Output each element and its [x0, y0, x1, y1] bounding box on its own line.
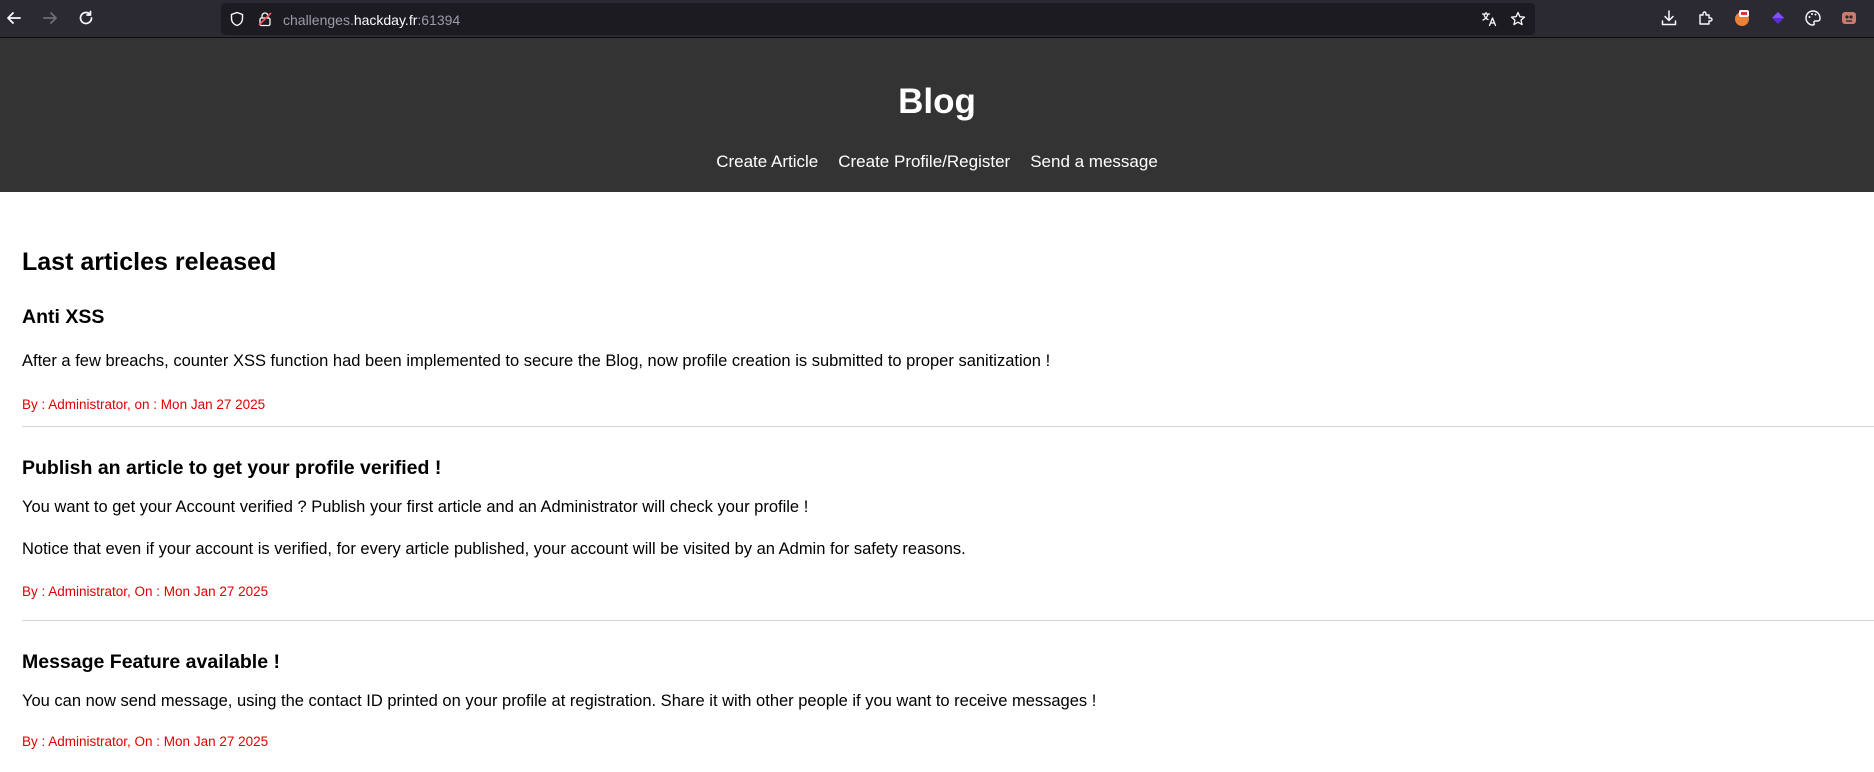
address-bar[interactable]: challenges.hackday.fr:61394: [221, 3, 1535, 35]
url-text[interactable]: challenges.hackday.fr:61394: [283, 12, 460, 28]
extensions-button[interactable]: [1694, 6, 1718, 30]
section-title: Last articles released: [22, 248, 277, 276]
url-host: hackday.fr: [353, 12, 418, 28]
article-body: You want to get your Account verified ? …: [22, 498, 809, 516]
back-arrow-icon: [7, 12, 21, 24]
forward-button[interactable]: [36, 4, 64, 32]
nav-create-article[interactable]: Create Article: [716, 152, 818, 172]
url-port: :61394: [417, 12, 461, 28]
extension-wallet-button[interactable]: [1766, 6, 1790, 30]
article-meta: By : Administrator, On : Mon Jan 27 2025: [22, 734, 269, 749]
browser-toolbar: challenges.hackday.fr:61394: [0, 0, 1874, 38]
site-header: Blog Create Article Create Profile/Regis…: [0, 38, 1874, 192]
nav-send-message[interactable]: Send a message: [1030, 152, 1158, 172]
downloads-button[interactable]: [1657, 6, 1681, 30]
extension-profile-button[interactable]: [1837, 6, 1861, 30]
puzzle-icon: [1699, 11, 1713, 25]
shield-icon[interactable]: [229, 11, 245, 27]
extension-palette-button[interactable]: [1801, 6, 1825, 30]
profile-extension-icon: [1842, 12, 1856, 24]
article-divider: [22, 620, 1874, 621]
insecure-lock-icon[interactable]: [257, 11, 273, 27]
article-body: Notice that even if your account is veri…: [22, 540, 966, 558]
url-prefix: challenges.: [283, 12, 354, 28]
forward-arrow-icon: [43, 12, 57, 24]
site-title: Blog: [898, 82, 976, 121]
back-button[interactable]: [0, 4, 28, 32]
bookmark-star-icon[interactable]: [1510, 11, 1526, 27]
site-nav: Create Article Create Profile/Register S…: [0, 152, 1874, 172]
article-body: After a few breachs, counter XSS functio…: [22, 352, 1051, 370]
article-body: You can now send message, using the cont…: [22, 692, 1097, 710]
nav-create-profile-register[interactable]: Create Profile/Register: [838, 152, 1010, 172]
purple-diamond-icon: [1772, 12, 1784, 24]
article-title: Publish an article to get your profile v…: [22, 457, 442, 479]
translate-icon[interactable]: [1481, 11, 1497, 27]
extension-cookie-button[interactable]: [1730, 6, 1754, 30]
article-divider: [22, 426, 1874, 427]
article-title: Message Feature available !: [22, 651, 280, 673]
palette-icon: [1805, 10, 1821, 26]
article-meta: By : Administrator, on : Mon Jan 27 2025: [22, 397, 266, 412]
cookie-extension-icon: [1735, 10, 1749, 26]
download-icon: [1661, 10, 1677, 26]
article-meta: By : Administrator, On : Mon Jan 27 2025: [22, 584, 269, 599]
reload-button[interactable]: [72, 4, 100, 32]
article-title: Anti XSS: [22, 306, 105, 328]
reload-icon: [79, 10, 93, 25]
